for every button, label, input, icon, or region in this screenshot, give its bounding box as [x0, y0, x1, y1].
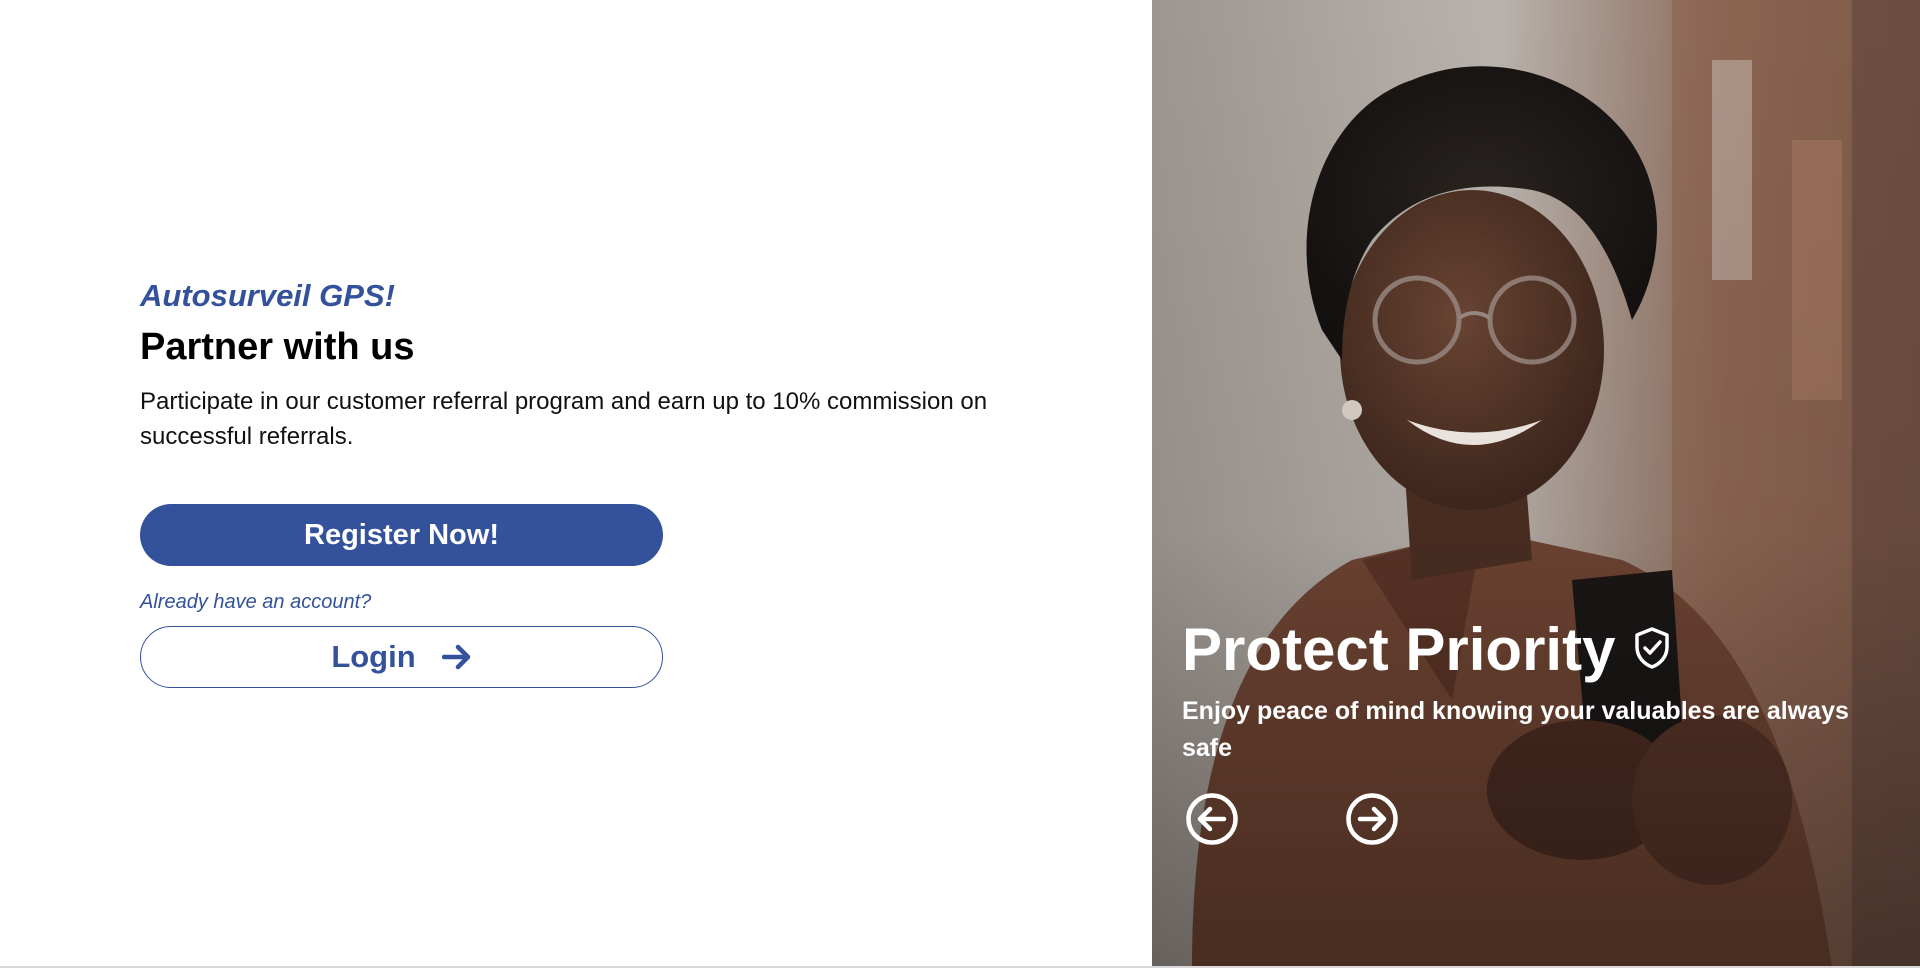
partner-content: Autosurveil GPS! Partner with us Partici… — [140, 272, 1000, 688]
login-button-label: Login — [331, 639, 416, 674]
arrow-right-icon — [441, 644, 472, 670]
slide-prev-button[interactable] — [1185, 792, 1239, 846]
program-description: Participate in our customer referral pro… — [140, 388, 988, 450]
partner-page: Autosurveil GPS! Partner with us Partici… — [0, 0, 1920, 968]
page-title: Partner with us — [140, 326, 415, 368]
circle-arrow-left-icon — [1185, 793, 1239, 850]
brand-title: Autosurveil GPS! — [140, 278, 395, 313]
register-button-label: Register Now! — [304, 518, 499, 551]
slide-title: Protect Priority — [1182, 616, 1616, 683]
smiling-woman-with-phone-photo — [1152, 0, 1920, 968]
slide-title-row: Protect Priority — [1182, 612, 1671, 688]
left-panel: Autosurveil GPS! Partner with us Partici… — [0, 0, 1152, 968]
shield-check-icon — [1633, 626, 1671, 675]
hero-slider: Protect Priority Enjoy peace of mind kno… — [1152, 0, 1920, 968]
slide-subtitle: Enjoy peace of mind knowing your valuabl… — [1182, 697, 1849, 762]
account-prompt: Already have an account? — [140, 591, 372, 613]
login-button[interactable]: Login — [140, 626, 663, 688]
register-button[interactable]: Register Now! — [140, 504, 663, 566]
slide-next-button[interactable] — [1345, 792, 1399, 846]
circle-arrow-right-icon — [1345, 793, 1399, 850]
